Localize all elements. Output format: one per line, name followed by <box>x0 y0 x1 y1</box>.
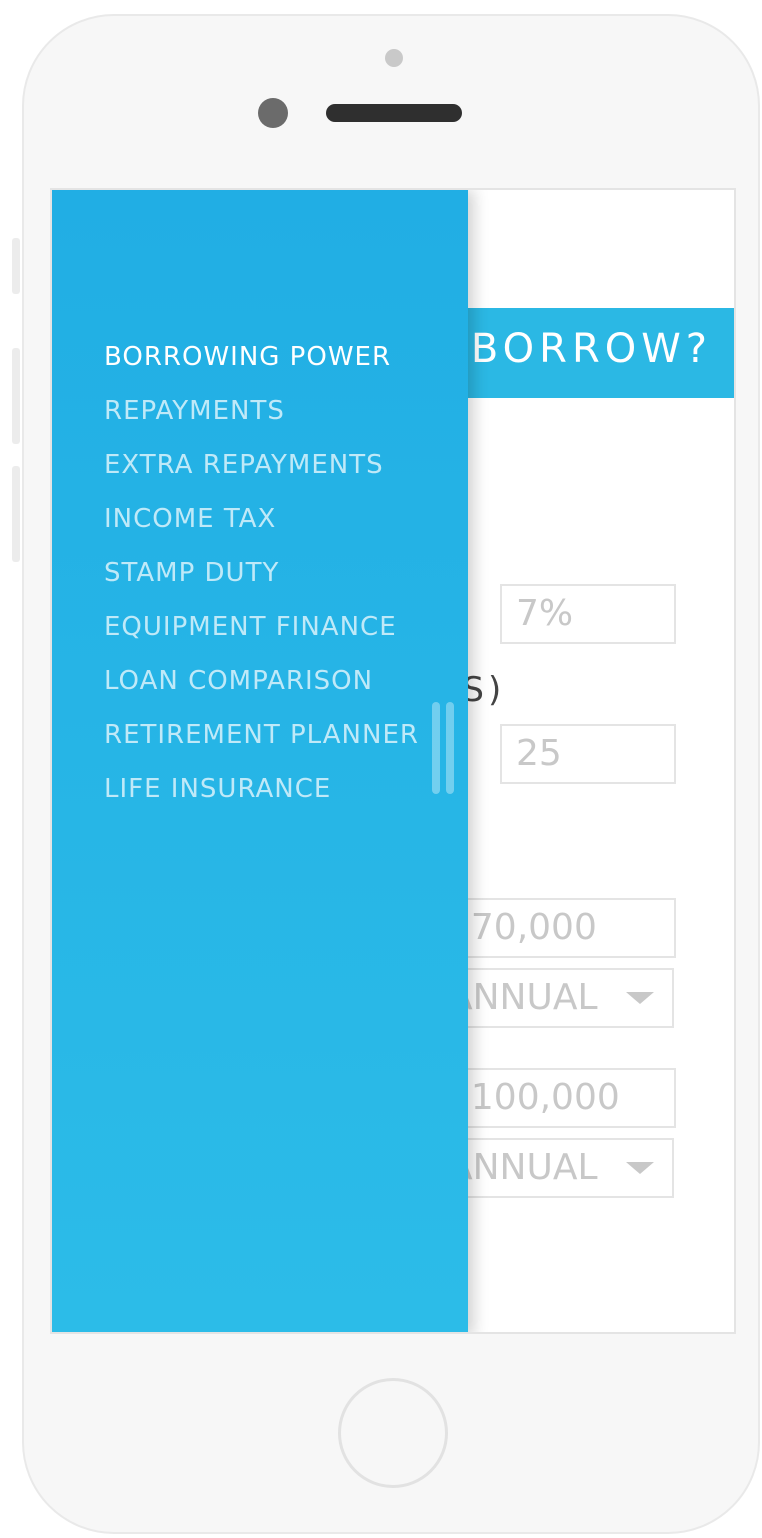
drag-bar-right <box>446 702 454 794</box>
menu-item-extra-repayments[interactable]: EXTRA REPAYMENTS <box>104 438 419 492</box>
menu-item-stamp-duty[interactable]: STAMP DUTY <box>104 546 419 600</box>
volume-down-button <box>12 466 20 562</box>
menu-item-repayments[interactable]: REPAYMENTS <box>104 384 419 438</box>
calculator-menu: BORROWING POWER REPAYMENTS EXTRA REPAYME… <box>104 330 419 816</box>
navigation-drawer: BORROWING POWER REPAYMENTS EXTRA REPAYME… <box>52 190 468 1332</box>
interest-rate-input[interactable]: 7% <box>500 584 676 644</box>
chevron-down-icon <box>626 1162 654 1174</box>
loan-term-input[interactable]: 25 <box>500 724 676 784</box>
home-button <box>338 1378 448 1488</box>
drag-bar-left <box>432 702 440 794</box>
front-sensor <box>385 49 403 67</box>
earpiece-speaker <box>326 104 462 122</box>
menu-item-retirement-planner[interactable]: RETIREMENT PLANNER <box>104 708 419 762</box>
mute-switch <box>12 238 20 294</box>
income-1-frequency-value: ANNUAL <box>448 977 598 1018</box>
menu-item-equipment-finance[interactable]: EQUIPMENT FINANCE <box>104 600 419 654</box>
chevron-down-icon <box>626 992 654 1004</box>
banner-text: BORROW? <box>470 326 712 372</box>
menu-item-borrowing-power[interactable]: BORROWING POWER <box>104 330 419 384</box>
income-2-frequency-value: ANNUAL <box>448 1147 598 1188</box>
menu-item-loan-comparison[interactable]: LOAN COMPARISON <box>104 654 419 708</box>
app-screen: RE BORROW? N 7% EARS) 25 $70,000 ANNUAL … <box>50 188 736 1334</box>
volume-up-button <box>12 348 20 444</box>
drawer-drag-handle[interactable] <box>432 702 456 794</box>
menu-item-income-tax[interactable]: INCOME TAX <box>104 492 419 546</box>
front-camera <box>258 98 288 128</box>
menu-item-life-insurance[interactable]: LIFE INSURANCE <box>104 762 419 816</box>
